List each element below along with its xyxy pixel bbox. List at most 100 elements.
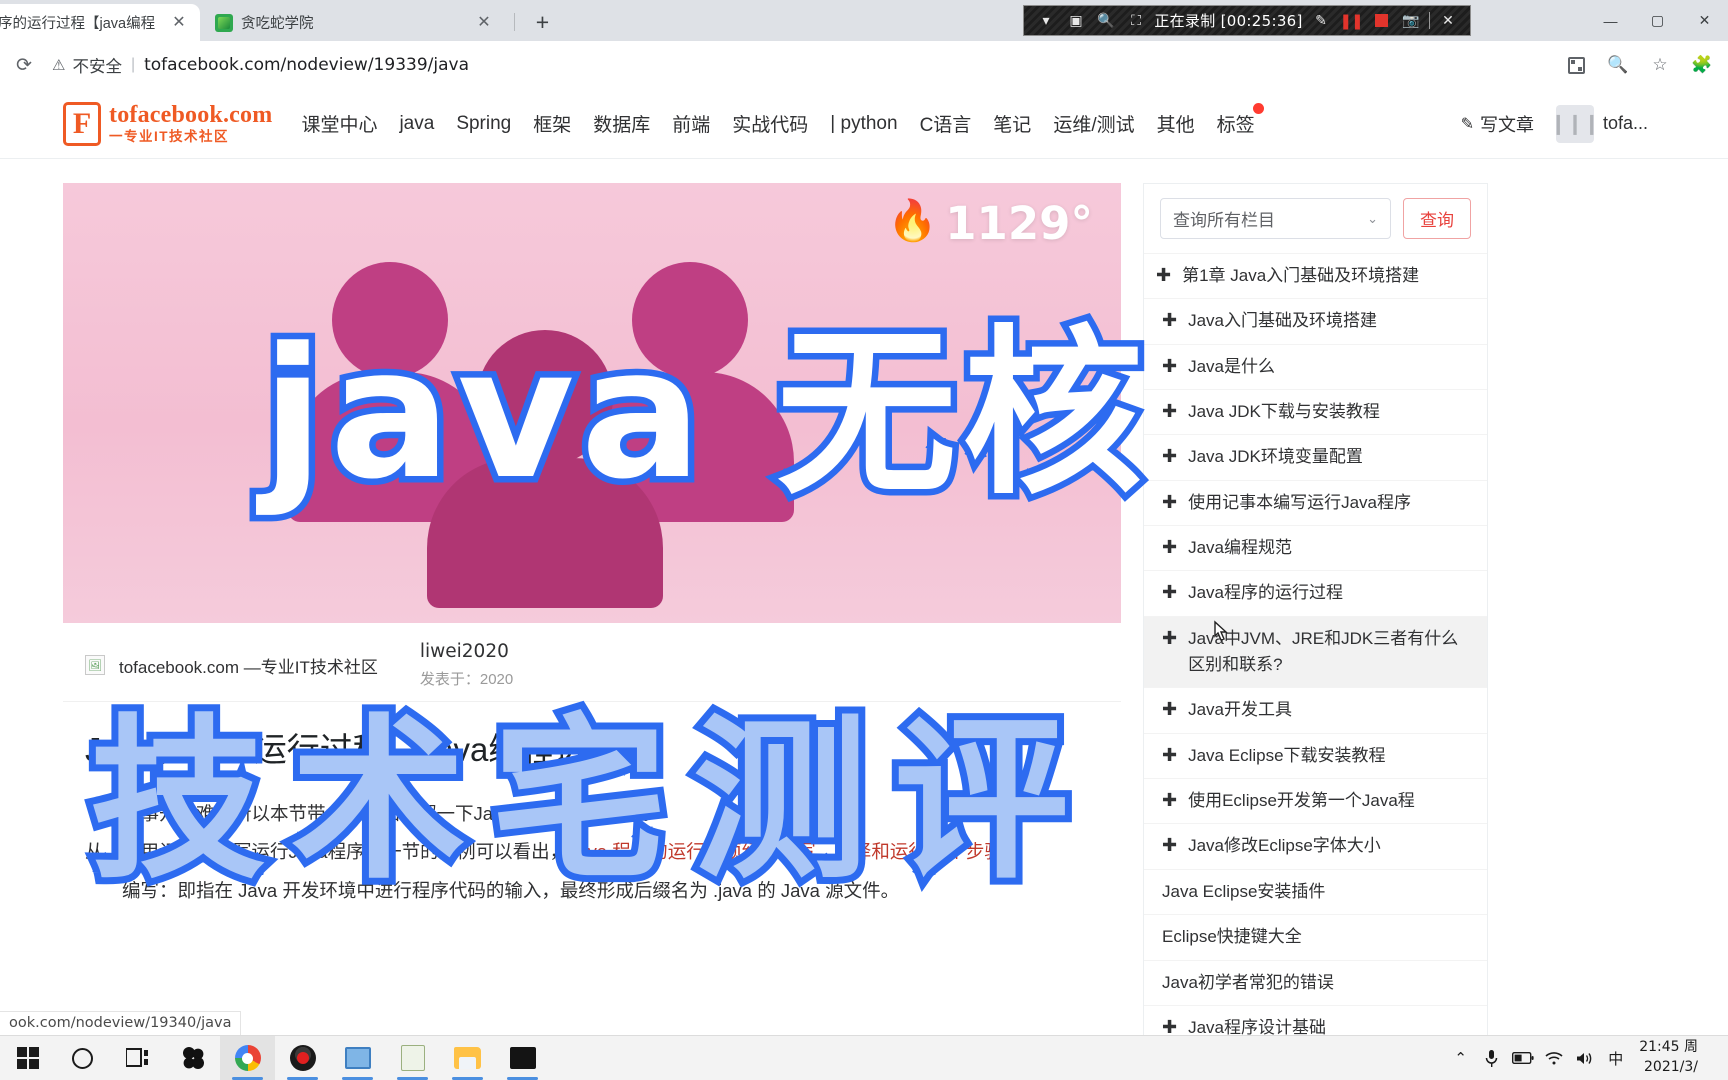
toc-item[interactable]: ✚ Java JDK环境变量配置 [1144,434,1487,479]
toc-item[interactable]: Eclipse快捷键大全 [1144,914,1487,959]
toc-item[interactable]: ✚ Java编程规范 [1144,525,1487,570]
nav-item-framework[interactable]: 框架 [522,110,582,137]
toc-item[interactable]: ✚ Java入门基础及环境搭建 [1144,298,1487,343]
plus-icon[interactable]: ✚ [1162,788,1177,813]
toc-item[interactable]: ✚ Java JDK下载与安装教程 [1144,389,1487,434]
nav-item-python[interactable]: | python [819,113,908,135]
notification-icon[interactable] [1708,1036,1718,1080]
write-article-button[interactable]: ✎ 写文章 [1461,111,1534,137]
volume-icon[interactable] [1569,1036,1600,1080]
nav-item-practical-code[interactable]: 实战代码 [721,110,819,137]
sidebar-column: 查询所有栏目 ⌄ 查询 ✚ 第1章 Java入门基础及环境搭建 ✚ Java入门基础… [1143,183,1488,1035]
cortana-button[interactable] [55,1036,110,1080]
ime-indicator[interactable]: 中 [1600,1036,1631,1080]
nav-item-other[interactable]: 其他 [1146,110,1206,137]
app-magnifier[interactable] [330,1036,385,1080]
plus-icon[interactable]: ✚ [1162,580,1177,605]
plus-icon[interactable]: ✚ [1162,743,1177,768]
screen-recorder-toolbar[interactable]: ▾ ▣ 🔍 ⛶ 正在录制 [00:25:36] ✎ ❚❚ 📷 ✕ [1023,5,1471,36]
clock[interactable]: 21:45 周 2021/3/ [1631,1038,1708,1077]
column-select[interactable]: 查询所有栏目 ⌄ [1160,198,1391,239]
nav-item-classroom[interactable]: 课堂中心 [290,110,388,137]
toc-item[interactable]: ✚ Java程序设计基础 [1144,1004,1487,1035]
chevron-up-icon[interactable]: ⌃ [1445,1036,1476,1080]
plus-icon[interactable]: ✚ [1162,354,1177,379]
nav-item-spring[interactable]: Spring [445,113,522,135]
plus-icon[interactable]: ✚ [1162,490,1177,515]
extensions-icon[interactable]: 🧩 [1684,47,1720,83]
plus-icon[interactable]: ✚ [1162,399,1177,424]
start-button[interactable] [0,1036,55,1080]
toc-item[interactable]: Java Eclipse安装插件 [1144,868,1487,914]
toc-item-hovered[interactable]: ✚ Java中JVM、JRE和JDK三者有什么区别和联系? [1144,615,1487,688]
plus-icon[interactable]: ✚ [1156,263,1171,288]
nav-item-notes[interactable]: 笔记 [982,110,1042,137]
task-view-button[interactable] [110,1036,165,1080]
toc-item[interactable]: ✚ Java修改Eclipse字体大小 [1144,823,1487,868]
toc-item[interactable]: ✚ Java程序的运行过程 [1144,570,1487,615]
toc-item[interactable]: ✚ 使用Eclipse开发第一个Java程 [1144,778,1487,823]
app-recorder[interactable] [275,1036,330,1080]
toc-item[interactable]: ✚ 第1章 Java入门基础及环境搭建 [1144,253,1487,298]
app-terminal[interactable] [495,1036,550,1080]
new-tab-button[interactable]: + [527,7,558,38]
user-menu[interactable]: ❙❙❙ tofa... [1550,104,1648,143]
wifi-icon[interactable] [1538,1036,1569,1080]
maximize-icon[interactable]: ▢ [1634,0,1681,41]
site-logo[interactable]: F tofacebook.com 一专业IT技术社区 [63,101,272,146]
status-bar-url: ook.com/nodeview/19340/java [0,1011,242,1035]
bookmark-star-icon[interactable]: ☆ [1642,47,1678,83]
plus-icon[interactable]: ✚ [1162,1015,1177,1035]
article-paragraph: 编写：即指在 Java 开发环境中进行程序代码的输入，最终形成后缀名为 .jav… [122,880,900,902]
nav-item-ops-test[interactable]: 运维/测试 [1042,110,1145,137]
toc-item[interactable]: ✚ Java是什么 [1144,343,1487,389]
window-select-icon[interactable]: ▣ [1061,8,1091,34]
app-fan[interactable] [165,1036,220,1080]
nav-item-c-language[interactable]: C语言 [909,110,983,137]
plus-icon[interactable]: ✚ [1162,535,1177,560]
close-icon[interactable]: ✕ [1433,8,1463,34]
close-icon[interactable]: ✕ [473,12,495,34]
toc-item[interactable]: ✚ Java Eclipse下载安装教程 [1144,732,1487,778]
highlight-text: Java 程序的运行必须经过编写、编译和运行 3 个步骤。 [568,841,1022,863]
toc-item[interactable]: ✚ 使用记事本编写运行Java程序 [1144,479,1487,525]
app-notepad[interactable] [385,1036,440,1080]
mic-icon[interactable] [1476,1036,1507,1080]
divider [1429,12,1430,29]
browser-tab-inactive[interactable]: 贪吃蛇学院 ✕ [205,4,505,41]
plus-icon[interactable]: ✚ [1162,833,1177,858]
region-icon[interactable]: ⛶ [1121,8,1151,34]
browser-tab-active[interactable]: 序的运行过程【java编程 ✕ [0,4,200,41]
author-name[interactable]: liwei2020 [420,641,513,662]
chevron-down-icon[interactable]: ▾ [1031,8,1061,34]
close-icon[interactable]: ✕ [168,12,190,34]
camera-icon[interactable]: 📷 [1396,8,1426,34]
toc-item[interactable]: ✚ Java开发工具 [1144,687,1487,732]
app-explorer[interactable] [440,1036,495,1080]
search-button[interactable]: 查询 [1403,198,1471,239]
battery-icon[interactable] [1507,1036,1538,1080]
zoom-icon[interactable]: 🔍 [1600,47,1636,83]
nav-item-frontend[interactable]: 前端 [661,110,721,137]
screen: 序的运行过程【java编程 ✕ 贪吃蛇学院 ✕ + — ▢ ✕ ▾ ▣ 🔍 ⛶ … [0,0,1728,1080]
app-chrome[interactable] [220,1035,275,1080]
nav-item-tags[interactable]: 标签 [1206,103,1266,137]
address-bar[interactable]: ⚠ 不安全 | tofacebook.com/nodeview/19339/ja… [52,48,1558,82]
logo-tagline: 一专业IT技术社区 [109,129,229,145]
stop-icon[interactable] [1366,8,1396,34]
warning-icon: ⚠ [52,57,66,74]
plus-icon[interactable]: ✚ [1162,308,1177,333]
nav-item-database[interactable]: 数据库 [582,110,661,137]
plus-icon[interactable]: ✚ [1162,626,1177,651]
plus-icon[interactable]: ✚ [1162,444,1177,469]
qr-code-icon[interactable] [1558,47,1594,83]
close-window-icon[interactable]: ✕ [1681,0,1728,41]
pen-icon[interactable]: ✎ [1306,8,1336,34]
minimize-icon[interactable]: — [1587,0,1634,41]
nav-item-java[interactable]: java [388,113,445,135]
toc-item[interactable]: Java初学者常犯的错误 [1144,959,1487,1005]
pause-icon[interactable]: ❚❚ [1336,8,1366,34]
plus-icon[interactable]: ✚ [1162,697,1177,722]
zoom-icon[interactable]: 🔍 [1091,8,1121,34]
reload-icon[interactable]: ⟳ [6,54,42,77]
